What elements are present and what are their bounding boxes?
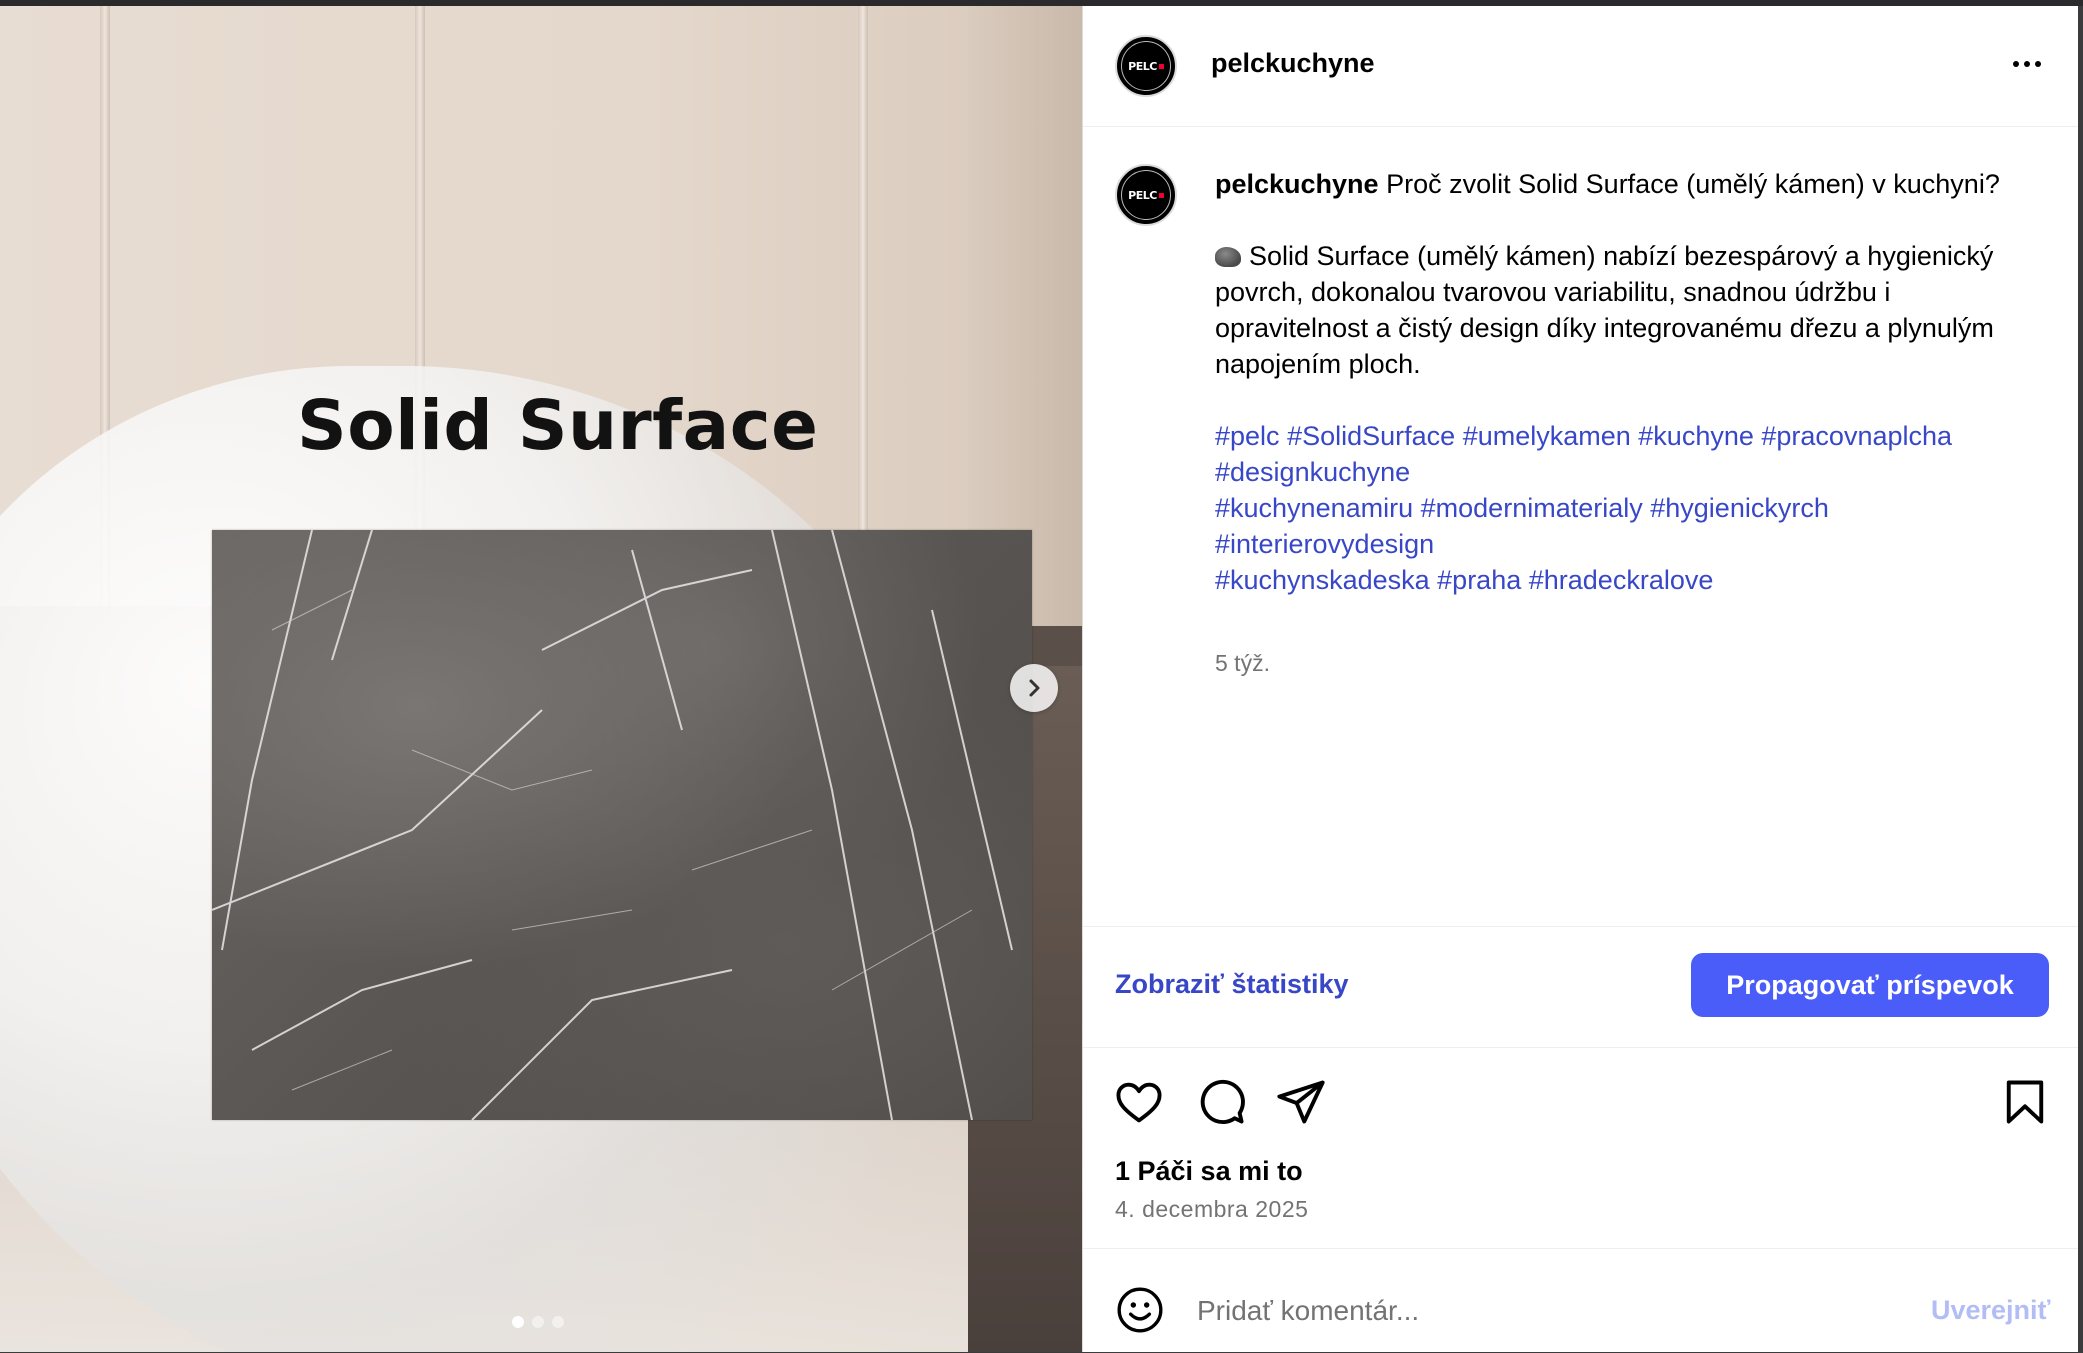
caption-username-link[interactable]: pelckuchyne (1215, 169, 1379, 199)
bookmark-icon (2006, 1080, 2044, 1124)
heart-icon (1116, 1082, 1162, 1123)
more-dot (2035, 61, 2041, 67)
carousel-dot (532, 1316, 544, 1328)
insights-bar: Zobraziť štatistiky Propagovať príspevok (1083, 926, 2078, 1048)
chevron-right-icon (1029, 679, 1040, 697)
username-link[interactable]: pelckuchyne (1211, 48, 1375, 79)
more-options-button[interactable] (2005, 50, 2049, 78)
caption-avatar[interactable]: PELC (1115, 164, 1177, 226)
post-details-panel: PELC pelckuchyne PELC pelckuchyne Proč z… (1082, 6, 2078, 1352)
action-bar (1083, 1056, 2078, 1146)
hashtag-link[interactable]: #modernimaterialy (1421, 493, 1643, 523)
hashtag-link[interactable]: #kuchyne (1638, 421, 1754, 451)
avatar-logo-text: PELC (1128, 60, 1164, 73)
likes-count[interactable]: 1 Páči sa mi to (1115, 1156, 1303, 1187)
comment-bar: Uverejniť (1083, 1248, 2078, 1353)
like-button[interactable] (1113, 1076, 1165, 1128)
paper-plane-icon (1277, 1080, 1325, 1124)
view-insights-link[interactable]: Zobraziť štatistiky (1115, 969, 1349, 1000)
caption-timestamp[interactable]: 5 týž. (1215, 650, 1270, 677)
hashtag-line: #pelc #SolidSurface #umelykamen #kuchyne… (1215, 418, 2035, 454)
comment-bubble-icon (1200, 1079, 1245, 1124)
next-slide-button[interactable] (1010, 664, 1058, 712)
hashtag-link[interactable]: #pracovnaplcha (1761, 421, 1952, 451)
hashtag-link[interactable]: #hradeckralove (1529, 565, 1714, 595)
marble-veins (212, 530, 1013, 1120)
comment-button[interactable] (1195, 1076, 1247, 1128)
post-date: 4. decembra 2025 (1115, 1196, 1309, 1222)
smiley-icon (1117, 1287, 1163, 1333)
slide-title: Solid Surface (297, 386, 819, 466)
share-button[interactable] (1275, 1076, 1327, 1128)
hashtag-link[interactable]: #pelc (1215, 421, 1280, 451)
carousel-dot (552, 1316, 564, 1328)
caption-area: PELC pelckuchyne Proč zvolit Solid Surfa… (1083, 126, 2078, 926)
post-media[interactable]: Solid Surface (0, 6, 1082, 1352)
hashtag-line: #kuchynenamiru #modernimaterialy #hygien… (1215, 490, 2035, 526)
hashtag-link[interactable]: #hygienickyrch (1650, 493, 1829, 523)
post-comment-button[interactable]: Uverejniť (1931, 1295, 2050, 1326)
hashtag-line: #designkuchyne (1215, 454, 2035, 490)
hashtag-link[interactable]: #umelykamen (1463, 421, 1631, 451)
more-horizontal-icon (2013, 61, 2019, 67)
hashtag-link[interactable]: #designkuchyne (1215, 457, 1410, 487)
hashtag-link[interactable]: #praha (1437, 565, 1521, 595)
hashtag-link[interactable]: #interierovydesign (1215, 529, 1434, 559)
avatar[interactable]: PELC (1115, 35, 1177, 97)
hashtag-line: #kuchynskadeska #praha #hradeckralove (1215, 562, 2035, 598)
rock-emoji-icon (1215, 247, 1241, 267)
comment-input[interactable] (1195, 1285, 1899, 1337)
post-header: PELC pelckuchyne (1083, 6, 2078, 127)
emoji-button[interactable] (1115, 1285, 1165, 1335)
avatar-logo-text: PELC (1128, 189, 1164, 202)
hashtag-link[interactable]: #kuchynskadeska (1215, 565, 1430, 595)
hashtag-line: #interierovydesign (1215, 526, 2035, 562)
carousel-dot-active (512, 1316, 524, 1328)
hashtag-link[interactable]: #SolidSurface (1287, 421, 1455, 451)
carousel-indicator (512, 1316, 564, 1328)
caption-body: Solid Surface (umělý kámen) nabízí bezes… (1215, 241, 1994, 379)
marble-sample-image (212, 530, 1032, 1120)
caption-text: pelckuchyne Proč zvolit Solid Surface (u… (1215, 166, 2035, 598)
caption-first-line: Proč zvolit Solid Surface (umělý kámen) … (1386, 169, 2000, 199)
save-button[interactable] (1999, 1076, 2051, 1128)
boost-post-button[interactable]: Propagovať príspevok (1691, 953, 2049, 1017)
more-dot (2024, 61, 2030, 67)
hashtag-link[interactable]: #kuchynenamiru (1215, 493, 1413, 523)
